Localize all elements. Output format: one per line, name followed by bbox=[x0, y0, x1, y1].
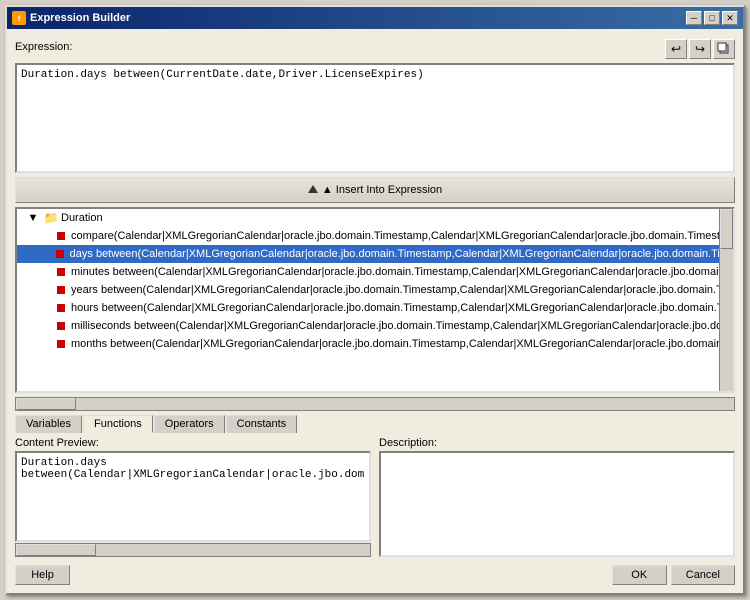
content-preview-scrollbar[interactable] bbox=[15, 543, 371, 557]
item-icon-5 bbox=[53, 318, 69, 334]
minimize-button[interactable]: ─ bbox=[686, 11, 702, 25]
tree-item-0[interactable]: compare(Calendar|XMLGregorianCalendar|or… bbox=[17, 227, 733, 245]
app-icon: f bbox=[12, 11, 26, 25]
tree-item-3[interactable]: years between(Calendar|XMLGregorianCalen… bbox=[17, 281, 733, 299]
item-icon-6 bbox=[53, 336, 69, 352]
help-button[interactable]: Help bbox=[15, 565, 70, 585]
undo-button[interactable]: ↩ bbox=[665, 39, 687, 59]
expression-input[interactable] bbox=[15, 63, 735, 173]
tree-root-duration[interactable]: ▼ 📁 Duration bbox=[17, 209, 733, 227]
description-panel: Description: bbox=[379, 437, 735, 557]
content-preview-textarea[interactable] bbox=[15, 451, 371, 542]
item-icon-2 bbox=[53, 264, 69, 280]
window-title: Expression Builder bbox=[30, 12, 130, 24]
expand-icon: ▼ bbox=[25, 210, 41, 226]
tree-vertical-scrollbar[interactable] bbox=[719, 209, 733, 391]
content-preview-scrollbar-thumb[interactable] bbox=[16, 544, 96, 556]
tree-item-label-2: minutes between(Calendar|XMLGregorianCal… bbox=[71, 266, 728, 278]
tree-scrollbar-thumb[interactable] bbox=[720, 209, 733, 249]
tree-h-scrollbar-thumb[interactable] bbox=[16, 398, 76, 410]
tree-panel[interactable]: ▼ 📁 Duration compare(Calendar|XMLGregori… bbox=[15, 207, 735, 393]
tab-functions[interactable]: Functions bbox=[83, 415, 153, 433]
tree-item-label-0: compare(Calendar|XMLGregorianCalendar|or… bbox=[71, 230, 726, 242]
tree-horizontal-scrollbar[interactable] bbox=[15, 397, 735, 411]
tree-item-2[interactable]: minutes between(Calendar|XMLGregorianCal… bbox=[17, 263, 733, 281]
tab-operators[interactable]: Operators bbox=[154, 415, 225, 433]
tree-item-label-6: months between(Calendar|XMLGregorianCale… bbox=[71, 338, 725, 350]
maximize-button[interactable]: □ bbox=[704, 11, 720, 25]
tree-item-6[interactable]: months between(Calendar|XMLGregorianCale… bbox=[17, 335, 733, 353]
expression-builder-window: f Expression Builder ─ □ ✕ Expression: ↩… bbox=[5, 5, 745, 595]
title-buttons: ─ □ ✕ bbox=[686, 11, 738, 25]
tree-item-label-1: days between(Calendar|XMLGregorianCalend… bbox=[70, 248, 729, 260]
item-icon-4 bbox=[53, 300, 69, 316]
tree-item-label-5: milliseconds between(Calendar|XMLGregori… bbox=[71, 320, 722, 332]
close-button[interactable]: ✕ bbox=[722, 11, 738, 25]
item-icon-3 bbox=[53, 282, 69, 298]
folder-icon: 📁 bbox=[43, 210, 59, 226]
tab-variables[interactable]: Variables bbox=[15, 415, 82, 433]
tab-constants[interactable]: Constants bbox=[226, 415, 298, 433]
expression-header: Expression: ↩ ↪ bbox=[15, 37, 735, 59]
tree-item-label-3: years between(Calendar|XMLGregorianCalen… bbox=[71, 284, 725, 296]
item-icon-0 bbox=[53, 228, 69, 244]
item-icon-1 bbox=[52, 246, 68, 262]
action-row: Help OK Cancel bbox=[15, 561, 735, 585]
insert-button-label: ▲ Insert Into Expression bbox=[322, 184, 442, 196]
description-label: Description: bbox=[379, 437, 735, 449]
content-preview-label: Content Preview: bbox=[15, 437, 371, 449]
title-bar: f Expression Builder ─ □ ✕ bbox=[7, 7, 743, 29]
copy-button[interactable] bbox=[713, 39, 735, 59]
ok-cancel-group: OK Cancel bbox=[612, 565, 735, 585]
expression-label: Expression: bbox=[15, 41, 72, 53]
window-content: Expression: ↩ ↪ ▲ Insert Into Expression bbox=[7, 29, 743, 593]
ok-button[interactable]: OK bbox=[612, 565, 667, 585]
bottom-section: Content Preview: Description: bbox=[15, 437, 735, 557]
redo-button[interactable]: ↪ bbox=[689, 39, 711, 59]
content-preview-panel: Content Preview: bbox=[15, 437, 371, 557]
tree-item-5[interactable]: milliseconds between(Calendar|XMLGregori… bbox=[17, 317, 733, 335]
tree-root-label: Duration bbox=[61, 212, 103, 224]
insert-into-expression-button[interactable]: ▲ Insert Into Expression bbox=[15, 177, 735, 203]
tree-item-4[interactable]: hours between(Calendar|XMLGregorianCalen… bbox=[17, 299, 733, 317]
tabs-row: Variables Functions Operators Constants bbox=[15, 415, 735, 433]
tree-item-1[interactable]: days between(Calendar|XMLGregorianCalend… bbox=[17, 245, 733, 263]
cancel-button[interactable]: Cancel bbox=[671, 565, 735, 585]
title-bar-left: f Expression Builder bbox=[12, 11, 130, 25]
description-textarea[interactable] bbox=[379, 451, 735, 557]
tree-item-label-4: hours between(Calendar|XMLGregorianCalen… bbox=[71, 302, 725, 314]
toolbar: ↩ ↪ bbox=[665, 39, 735, 59]
